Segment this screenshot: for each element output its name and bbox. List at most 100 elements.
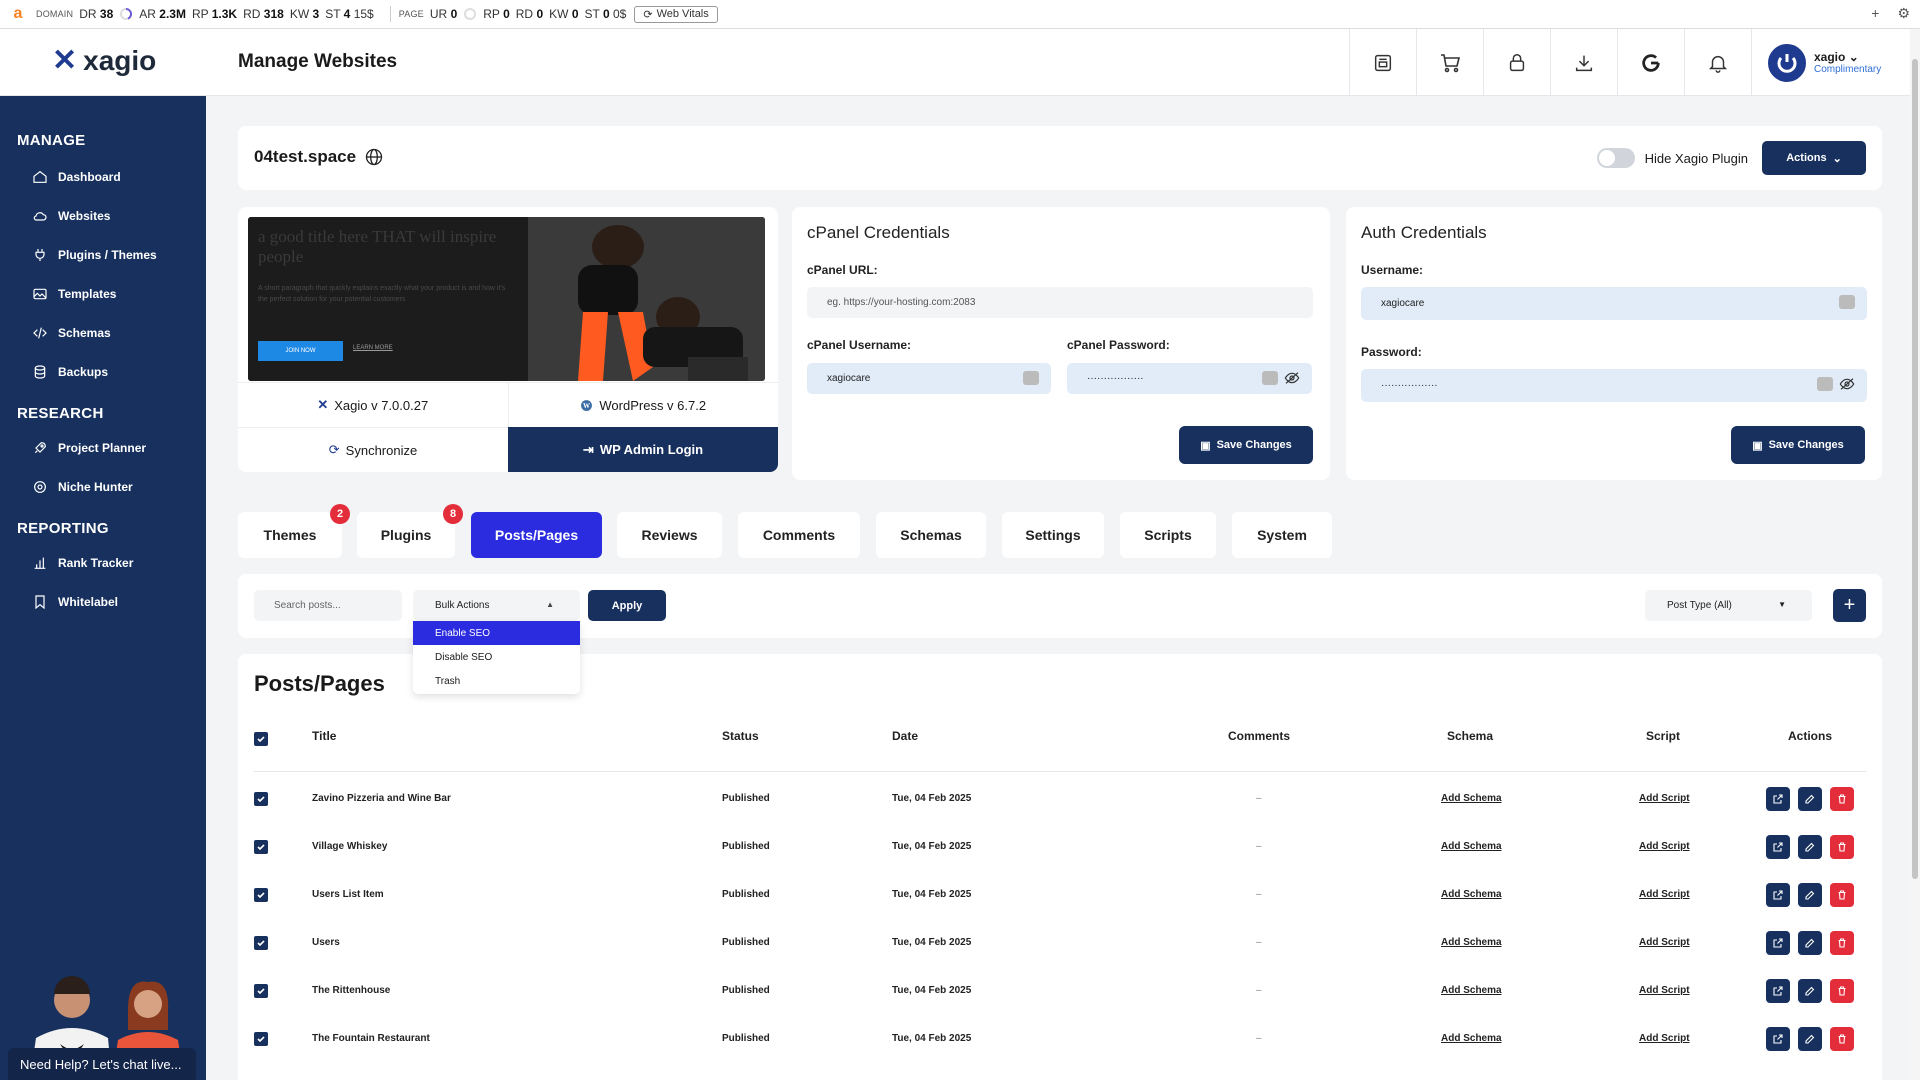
add-script-link[interactable]: Add Script (1639, 985, 1690, 996)
tab-system[interactable]: System (1232, 512, 1332, 558)
sidebar-item-backups[interactable]: Backups (0, 352, 206, 391)
gear-icon[interactable]: ⚙ (1897, 5, 1910, 22)
globe-icon[interactable] (364, 147, 384, 167)
add-script-link[interactable]: Add Script (1639, 1033, 1690, 1044)
password-manager-icon[interactable] (1262, 371, 1278, 385)
tab-comments[interactable]: Comments (738, 512, 860, 558)
row-checkbox[interactable] (254, 888, 268, 902)
post-type-select[interactable]: Post Type (All) ▼ (1645, 590, 1812, 621)
wp-admin-login-button[interactable]: ⇥ WP Admin Login (508, 427, 778, 472)
delete-post-button[interactable] (1830, 787, 1854, 811)
cart-icon[interactable] (1416, 29, 1483, 96)
edit-post-button[interactable] (1798, 835, 1822, 859)
password-manager-icon[interactable] (1839, 295, 1855, 309)
tab-schemas[interactable]: Schemas (876, 512, 986, 558)
web-vitals-button[interactable]: ⟳ Web Vitals (634, 5, 718, 23)
row-checkbox[interactable] (254, 984, 268, 998)
row-title[interactable]: The Rittenhouse (312, 985, 390, 996)
sidebar-item-schemas[interactable]: Schemas (0, 313, 206, 352)
auth-save-button[interactable]: ▣ Save Changes (1731, 426, 1865, 464)
download-icon[interactable] (1550, 29, 1617, 96)
open-post-button[interactable] (1766, 1027, 1790, 1051)
add-schema-link[interactable]: Add Schema (1441, 985, 1502, 996)
cpanel-url-input[interactable]: eg. https://your-hosting.com:2083 (807, 287, 1313, 318)
open-post-button[interactable] (1766, 787, 1790, 811)
row-title[interactable]: Users List Item (312, 889, 384, 900)
select-all-checkbox[interactable] (254, 732, 268, 746)
eye-slash-icon[interactable] (1284, 371, 1300, 385)
row-title[interactable]: Users (312, 937, 340, 948)
tab-reviews[interactable]: Reviews (617, 512, 722, 558)
open-post-button[interactable] (1766, 883, 1790, 907)
tab-scripts[interactable]: Scripts (1120, 512, 1216, 558)
tab-posts-pages[interactable]: Posts/Pages (471, 512, 602, 558)
sidebar-item-whitelabel[interactable]: Whitelabel (0, 582, 206, 621)
password-manager-icon[interactable] (1817, 377, 1833, 391)
cpanel-password-input[interactable]: ················· (1067, 363, 1312, 394)
delete-post-button[interactable] (1830, 835, 1854, 859)
add-schema-link[interactable]: Add Schema (1441, 793, 1502, 804)
row-checkbox[interactable] (254, 792, 268, 806)
user-menu[interactable]: xagio ⌄ Complimentary (1751, 29, 1884, 96)
delete-post-button[interactable] (1830, 979, 1854, 1003)
row-title[interactable]: Village Whiskey (312, 841, 387, 852)
sidebar-item-project-planner[interactable]: Project Planner (0, 428, 206, 467)
google-icon[interactable] (1617, 29, 1684, 96)
tab-themes[interactable]: Themes 2 (238, 504, 350, 558)
synchronize-button[interactable]: ⟳ Synchronize (238, 427, 508, 472)
edit-post-button[interactable] (1798, 787, 1822, 811)
row-title[interactable]: Zavino Pizzeria and Wine Bar (312, 793, 451, 804)
sidebar-item-niche-hunter[interactable]: Niche Hunter (0, 467, 206, 506)
tab-plugins[interactable]: Plugins 8 (357, 504, 463, 558)
actions-button[interactable]: Actions ⌄ (1762, 141, 1866, 175)
add-schema-link[interactable]: Add Schema (1441, 1033, 1502, 1044)
password-manager-icon[interactable] (1023, 371, 1039, 385)
bulk-option-trash[interactable]: Trash (413, 669, 580, 693)
delete-post-button[interactable] (1830, 1027, 1854, 1051)
column-schema[interactable]: Schema (1447, 729, 1493, 743)
eye-slash-icon[interactable] (1839, 377, 1855, 391)
bell-icon[interactable] (1684, 29, 1751, 96)
open-post-button[interactable] (1766, 979, 1790, 1003)
add-script-link[interactable]: Add Script (1639, 937, 1690, 948)
auth-password-input[interactable]: ················· (1361, 369, 1867, 402)
edit-post-button[interactable] (1798, 1027, 1822, 1051)
auth-username-input[interactable]: xagiocare (1361, 287, 1867, 320)
bulk-actions-select[interactable]: Bulk Actions ▲ (413, 590, 580, 621)
row-checkbox[interactable] (254, 936, 268, 950)
bulk-option-enable-seo[interactable]: Enable SEO (413, 621, 580, 645)
sidebar-item-dashboard[interactable]: Dashboard (0, 157, 206, 196)
column-script[interactable]: Script (1646, 729, 1680, 743)
add-schema-link[interactable]: Add Schema (1441, 937, 1502, 948)
column-status[interactable]: Status (722, 729, 759, 743)
add-schema-link[interactable]: Add Schema (1441, 889, 1502, 900)
xagio-logo[interactable]: ✕ xagio (52, 43, 156, 78)
apply-button[interactable]: Apply (588, 590, 666, 621)
live-chat-button[interactable]: Need Help? Let's chat live... (8, 1048, 196, 1080)
row-title[interactable]: The Fountain Restaurant (312, 1033, 430, 1044)
page-scrollbar[interactable] (1910, 29, 1920, 1080)
news-icon[interactable] (1349, 29, 1416, 96)
cpanel-username-input[interactable]: xagiocare (807, 363, 1051, 394)
sidebar-item-rank-tracker[interactable]: Rank Tracker (0, 543, 206, 582)
search-input[interactable]: Search posts... (254, 590, 402, 621)
edit-post-button[interactable] (1798, 979, 1822, 1003)
add-post-button[interactable]: + (1833, 589, 1866, 622)
plus-icon[interactable]: + (1871, 5, 1879, 22)
sidebar-item-plugins-themes[interactable]: Plugins / Themes (0, 235, 206, 274)
add-script-link[interactable]: Add Script (1639, 889, 1690, 900)
delete-post-button[interactable] (1830, 883, 1854, 907)
column-title[interactable]: Title (312, 729, 336, 743)
row-checkbox[interactable] (254, 840, 268, 854)
row-checkbox[interactable] (254, 1032, 268, 1046)
edit-post-button[interactable] (1798, 883, 1822, 907)
add-script-link[interactable]: Add Script (1639, 841, 1690, 852)
cpanel-save-button[interactable]: ▣ Save Changes (1179, 426, 1313, 464)
bulk-option-disable-seo[interactable]: Disable SEO (413, 645, 580, 669)
site-screenshot[interactable]: a good title here THAT will inspire peop… (248, 217, 765, 381)
sidebar-item-websites[interactable]: Websites (0, 196, 206, 235)
tab-settings[interactable]: Settings (1002, 512, 1104, 558)
open-post-button[interactable] (1766, 931, 1790, 955)
hide-plugin-toggle[interactable] (1596, 148, 1635, 168)
column-date[interactable]: Date (892, 729, 918, 743)
